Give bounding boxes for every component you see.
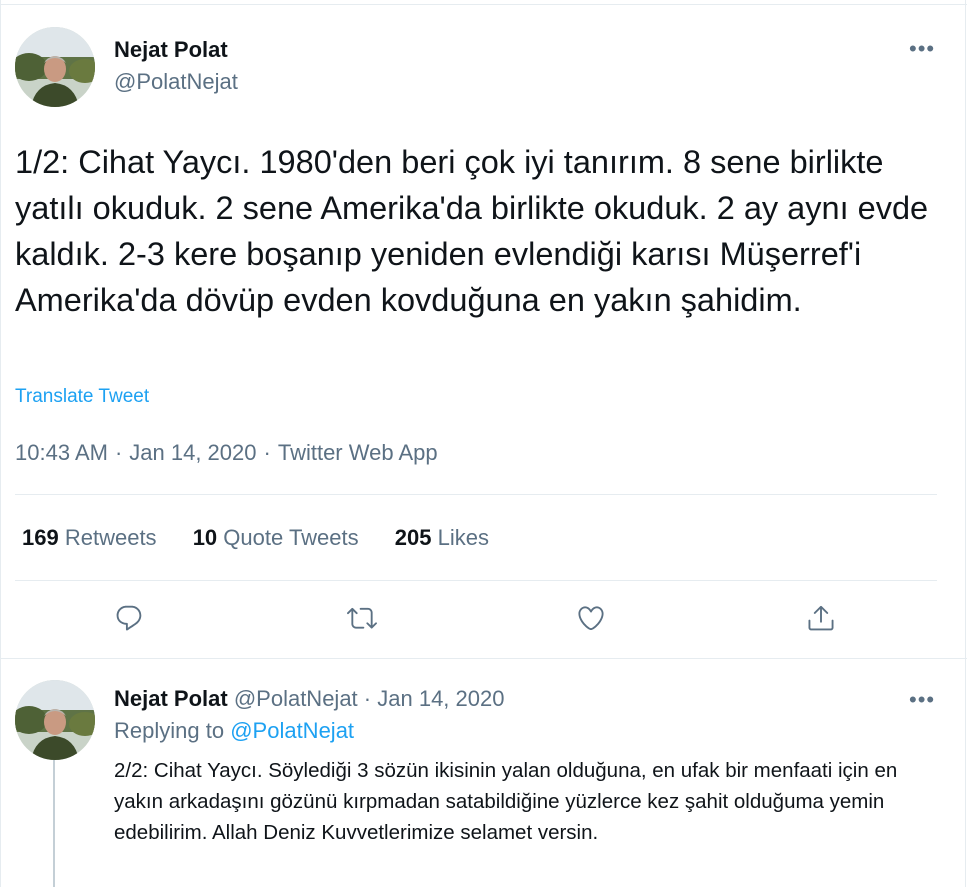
replying-prefix: Replying to	[114, 718, 225, 743]
reply-author-name[interactable]: Nejat Polat	[114, 686, 228, 711]
quote-count: 10	[192, 525, 218, 550]
translate-tweet-link[interactable]: Translate Tweet	[15, 386, 149, 408]
like-button[interactable]	[569, 596, 613, 640]
tweet-page: Nejat Polat @PolatNejat ••• 1/2: Cihat Y…	[0, 0, 967, 887]
reply-date[interactable]: Jan 14, 2020	[377, 686, 504, 711]
author-handle[interactable]: @PolatNejat	[114, 69, 238, 95]
reply-icon	[116, 605, 142, 631]
likes-label: Likes	[437, 525, 489, 550]
more-options-icon[interactable]: •••	[909, 38, 935, 60]
tweet-stats: 169 Retweets 10 Quote Tweets 205 Likes	[22, 525, 519, 551]
likes-count: 205	[394, 525, 432, 550]
heart-icon	[578, 606, 604, 631]
divider	[1, 658, 967, 659]
quote-label: Quote Tweets	[223, 525, 359, 550]
retweets-stat[interactable]: 169 Retweets	[22, 525, 157, 550]
retweets-count: 169	[22, 525, 59, 550]
replying-to: Replying to @PolatNejat	[114, 718, 354, 744]
reply-header: Nejat Polat @PolatNejat · Jan 14, 2020	[114, 686, 504, 712]
quote-tweets-stat[interactable]: 10 Quote Tweets	[193, 525, 359, 550]
reply-button[interactable]	[107, 596, 151, 640]
retweet-icon	[347, 607, 377, 629]
meta-separator: ·	[114, 440, 123, 465]
tweet-source[interactable]: Twitter Web App	[278, 440, 438, 465]
share-button[interactable]	[799, 596, 843, 640]
avatar-photo	[15, 680, 95, 760]
avatar-photo	[15, 27, 95, 107]
thread-line	[53, 760, 55, 887]
share-icon	[808, 605, 834, 631]
reply-separator: ·	[363, 686, 372, 711]
reply-tweet-text: 2/2: Cihat Yaycı. Söylediği 3 sözün ikis…	[114, 759, 898, 844]
replying-mention-link[interactable]: @PolatNejat	[230, 718, 354, 743]
tweet-text: 1/2: Cihat Yaycı. 1980'den beri çok iyi …	[15, 144, 929, 318]
tweet-meta: 10:43 AM · Jan 14, 2020 · Twitter Web App	[15, 440, 438, 466]
divider	[15, 494, 937, 495]
author-name[interactable]: Nejat Polat	[114, 37, 228, 63]
divider	[15, 580, 937, 581]
reply-author-avatar[interactable]	[15, 680, 95, 760]
reply-author-handle[interactable]: @PolatNejat	[234, 686, 358, 711]
author-avatar[interactable]	[15, 27, 95, 107]
top-divider	[1, 4, 967, 5]
tweet-time[interactable]: 10:43 AM	[15, 440, 108, 465]
reply-more-options-icon[interactable]: •••	[909, 689, 935, 711]
retweet-button[interactable]	[340, 596, 384, 640]
meta-separator: ·	[263, 440, 271, 465]
likes-stat[interactable]: 205 Likes	[395, 525, 489, 550]
tweet-date[interactable]: Jan 14, 2020	[129, 440, 256, 465]
retweets-label: Retweets	[64, 525, 157, 550]
tweet-actions	[1, 596, 967, 644]
